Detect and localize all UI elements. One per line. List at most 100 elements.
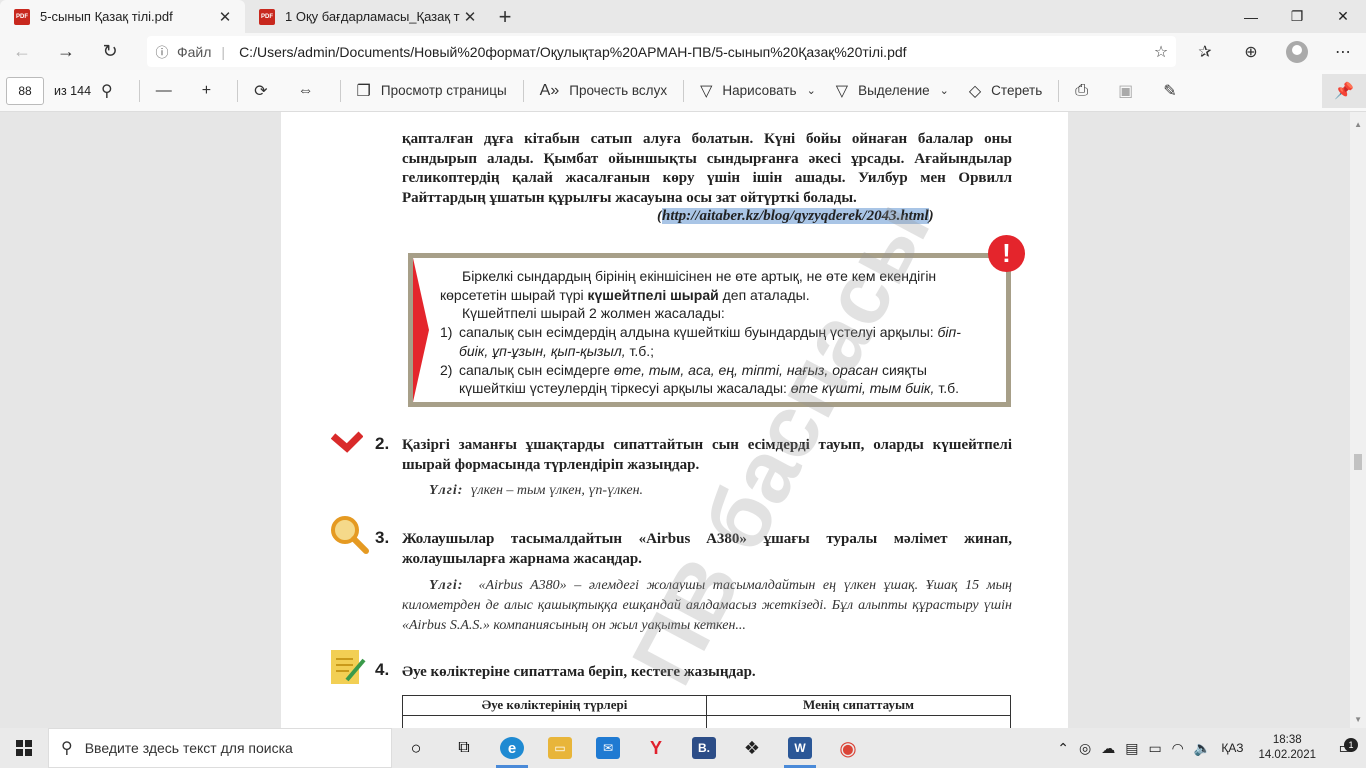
page-number-input[interactable]: 88: [6, 76, 44, 105]
source-link[interactable]: (http://aitaber.kz/blog/qyzyqderek/2043.…: [657, 208, 934, 225]
address-bar: ← → ↻ ⓘ Файл | C:/Users/admin/Documents/…: [0, 33, 1366, 70]
task-view-button[interactable]: ⧉: [440, 728, 488, 768]
search-placeholder: Введите здесь текст для поиска: [84, 740, 293, 756]
cortana-button[interactable]: ○: [392, 728, 440, 768]
close-tab-icon[interactable]: ✕: [460, 8, 480, 26]
notification-center-button[interactable]: ▭ 1: [1326, 738, 1366, 758]
taskbar-search-input[interactable]: ⚲ Введите здесь текст для поиска: [48, 728, 392, 768]
notification-badge: 1: [1344, 738, 1358, 752]
favorites-icon[interactable]: ✰: [1182, 33, 1228, 70]
taskbar-word[interactable]: W: [776, 728, 824, 768]
dropbox-icon: ❖: [743, 737, 761, 758]
exclamation-icon: !: [988, 235, 1025, 272]
example-text: үлкен – тым үлкен, үп-үлкен.: [470, 483, 644, 498]
save-button[interactable]: ▣: [1108, 70, 1153, 112]
print-button[interactable]: ⎙: [1065, 70, 1108, 112]
profile-button[interactable]: [1274, 33, 1320, 70]
taskbar-mail[interactable]: ✉: [584, 728, 632, 768]
taskbar-file-explorer[interactable]: ▭: [536, 728, 584, 768]
minimize-button[interactable]: —: [1228, 0, 1274, 33]
divider: [339, 79, 341, 102]
chevron-down-icon[interactable]: ⌄: [807, 84, 816, 97]
page-view-button[interactable]: ❐ Просмотр страницы: [347, 70, 517, 112]
table-cell: [706, 716, 1010, 728]
maximize-button[interactable]: ❐: [1274, 0, 1320, 33]
draw-button[interactable]: ▽ Нарисовать ⌄: [690, 70, 826, 112]
pdf-icon: PDF: [259, 8, 275, 25]
webcam-icon[interactable]: ◎: [1074, 740, 1096, 757]
scroll-down-icon[interactable]: ▼: [1354, 715, 1362, 724]
table-header-row: Әуе көліктерінің түрлері Менің сипаттауы…: [403, 696, 1010, 715]
edge-icon: e: [500, 737, 524, 759]
info-icon[interactable]: ⓘ: [147, 42, 177, 61]
taskbar-yandex[interactable]: Y: [632, 728, 680, 768]
link-text: http://aitaber.kz/blog/qyzyqderek/2043.h…: [662, 208, 929, 224]
vertical-scrollbar[interactable]: ▲ ▼: [1350, 112, 1366, 728]
battery-icon[interactable]: ▭: [1143, 740, 1166, 757]
word-icon: W: [788, 737, 812, 759]
magnifier-icon: [331, 516, 369, 554]
zoom-in-button[interactable]: +: [192, 70, 231, 112]
refresh-button[interactable]: ↻: [88, 33, 132, 70]
aircraft-table: Әуе көліктерінің түрлері Менің сипаттауы…: [402, 695, 1011, 728]
taskbar-chrome[interactable]: ◉: [824, 728, 872, 768]
link-close-paren: ): [928, 208, 934, 224]
clock[interactable]: 18:38 14.02.2021: [1248, 733, 1326, 763]
url-separator: |: [221, 43, 226, 60]
fit-page-button[interactable]: ⇔: [288, 70, 334, 112]
pdf-viewer[interactable]: қапталған дұға кітабын сатып алуға болат…: [0, 112, 1366, 728]
save-as-button[interactable]: ✎: [1153, 70, 1196, 112]
highlight-button[interactable]: ▽ Выделение ⌄: [826, 70, 959, 112]
taskbar-dropbox[interactable]: ❖: [728, 728, 776, 768]
read-aloud-button[interactable]: A» Прочесть вслух: [530, 70, 677, 112]
rule-term: күшейтпелі шырай: [587, 286, 719, 303]
divider: [138, 79, 140, 102]
draw-label: Нарисовать: [722, 83, 797, 98]
forward-button[interactable]: →: [44, 33, 88, 70]
search-icon: ⚲: [101, 82, 113, 100]
tab-pdf-programme[interactable]: PDF 1 Оқу бағдарламасы_Қазақ тілі. ✕: [245, 0, 490, 33]
browser-tools: ✰ ⊕ ⋯: [1182, 33, 1366, 70]
tab-title: 1 Оқу бағдарламасы_Қазақ тілі.: [285, 9, 460, 24]
zoom-out-button[interactable]: —: [146, 70, 192, 112]
search-icon: ⚲: [61, 740, 73, 757]
language-indicator[interactable]: ҚАЗ: [1216, 741, 1248, 755]
page-paragraph: қапталған дұға кітабын сатып алуға болат…: [402, 131, 1012, 206]
show-hidden-icons[interactable]: ⌃: [1052, 740, 1074, 757]
rule-item-text-a: сапалық сын есімдердің алдына күшейткіш …: [459, 324, 938, 341]
pin-toolbar-button[interactable]: 📌: [1322, 74, 1366, 108]
url-field[interactable]: ⓘ Файл | C:/Users/admin/Documents/Новый%…: [147, 36, 1176, 67]
yandex-icon: Y: [649, 737, 662, 758]
back-button[interactable]: ←: [0, 33, 44, 70]
wifi-icon[interactable]: ◠: [1167, 740, 1189, 757]
b-app-icon: B.: [692, 737, 716, 759]
close-tab-icon[interactable]: ✕: [215, 8, 235, 26]
add-favorite-icon[interactable]: ☆: [1146, 42, 1176, 62]
example-label: Үлгі:: [429, 578, 464, 593]
example-label: Үлгі:: [429, 483, 464, 498]
task-example: Үлгі: үлкен – тым үлкен, үп-үлкен.: [429, 481, 1019, 501]
collections-icon[interactable]: ⊕: [1228, 33, 1274, 70]
search-button[interactable]: ⚲: [91, 70, 133, 112]
scroll-up-icon[interactable]: ▲: [1354, 120, 1362, 129]
highlight-label: Выделение: [858, 83, 930, 98]
volume-icon[interactable]: 🔈: [1189, 740, 1216, 757]
start-button[interactable]: [0, 728, 48, 768]
save-as-icon: ✎: [1163, 82, 1177, 100]
taskbar-edge[interactable]: e: [488, 728, 536, 768]
eraser-icon: ◇: [968, 82, 982, 100]
scroll-thumb[interactable]: [1354, 454, 1362, 470]
taskbar-b-app[interactable]: B.: [680, 728, 728, 768]
new-tab-button[interactable]: +: [490, 0, 520, 33]
notes-icon[interactable]: ▤: [1120, 740, 1143, 757]
chevron-down-icon[interactable]: ⌄: [940, 84, 949, 97]
rule-definition: Біркелкі сындардың бірінің екіншісінен н…: [440, 267, 990, 304]
erase-button[interactable]: ◇ Стереть: [959, 70, 1052, 112]
save-icon: ▣: [1118, 82, 1134, 100]
rotate-icon: ⟳: [254, 82, 268, 100]
close-window-button[interactable]: ✕: [1320, 0, 1366, 33]
rotate-button[interactable]: ⟳: [244, 70, 287, 112]
more-menu-icon[interactable]: ⋯: [1320, 33, 1366, 70]
onedrive-icon[interactable]: ☁: [1096, 740, 1120, 757]
tab-pdf-kazakh[interactable]: PDF 5-сынып Қазақ тілі.pdf ✕: [0, 0, 245, 33]
